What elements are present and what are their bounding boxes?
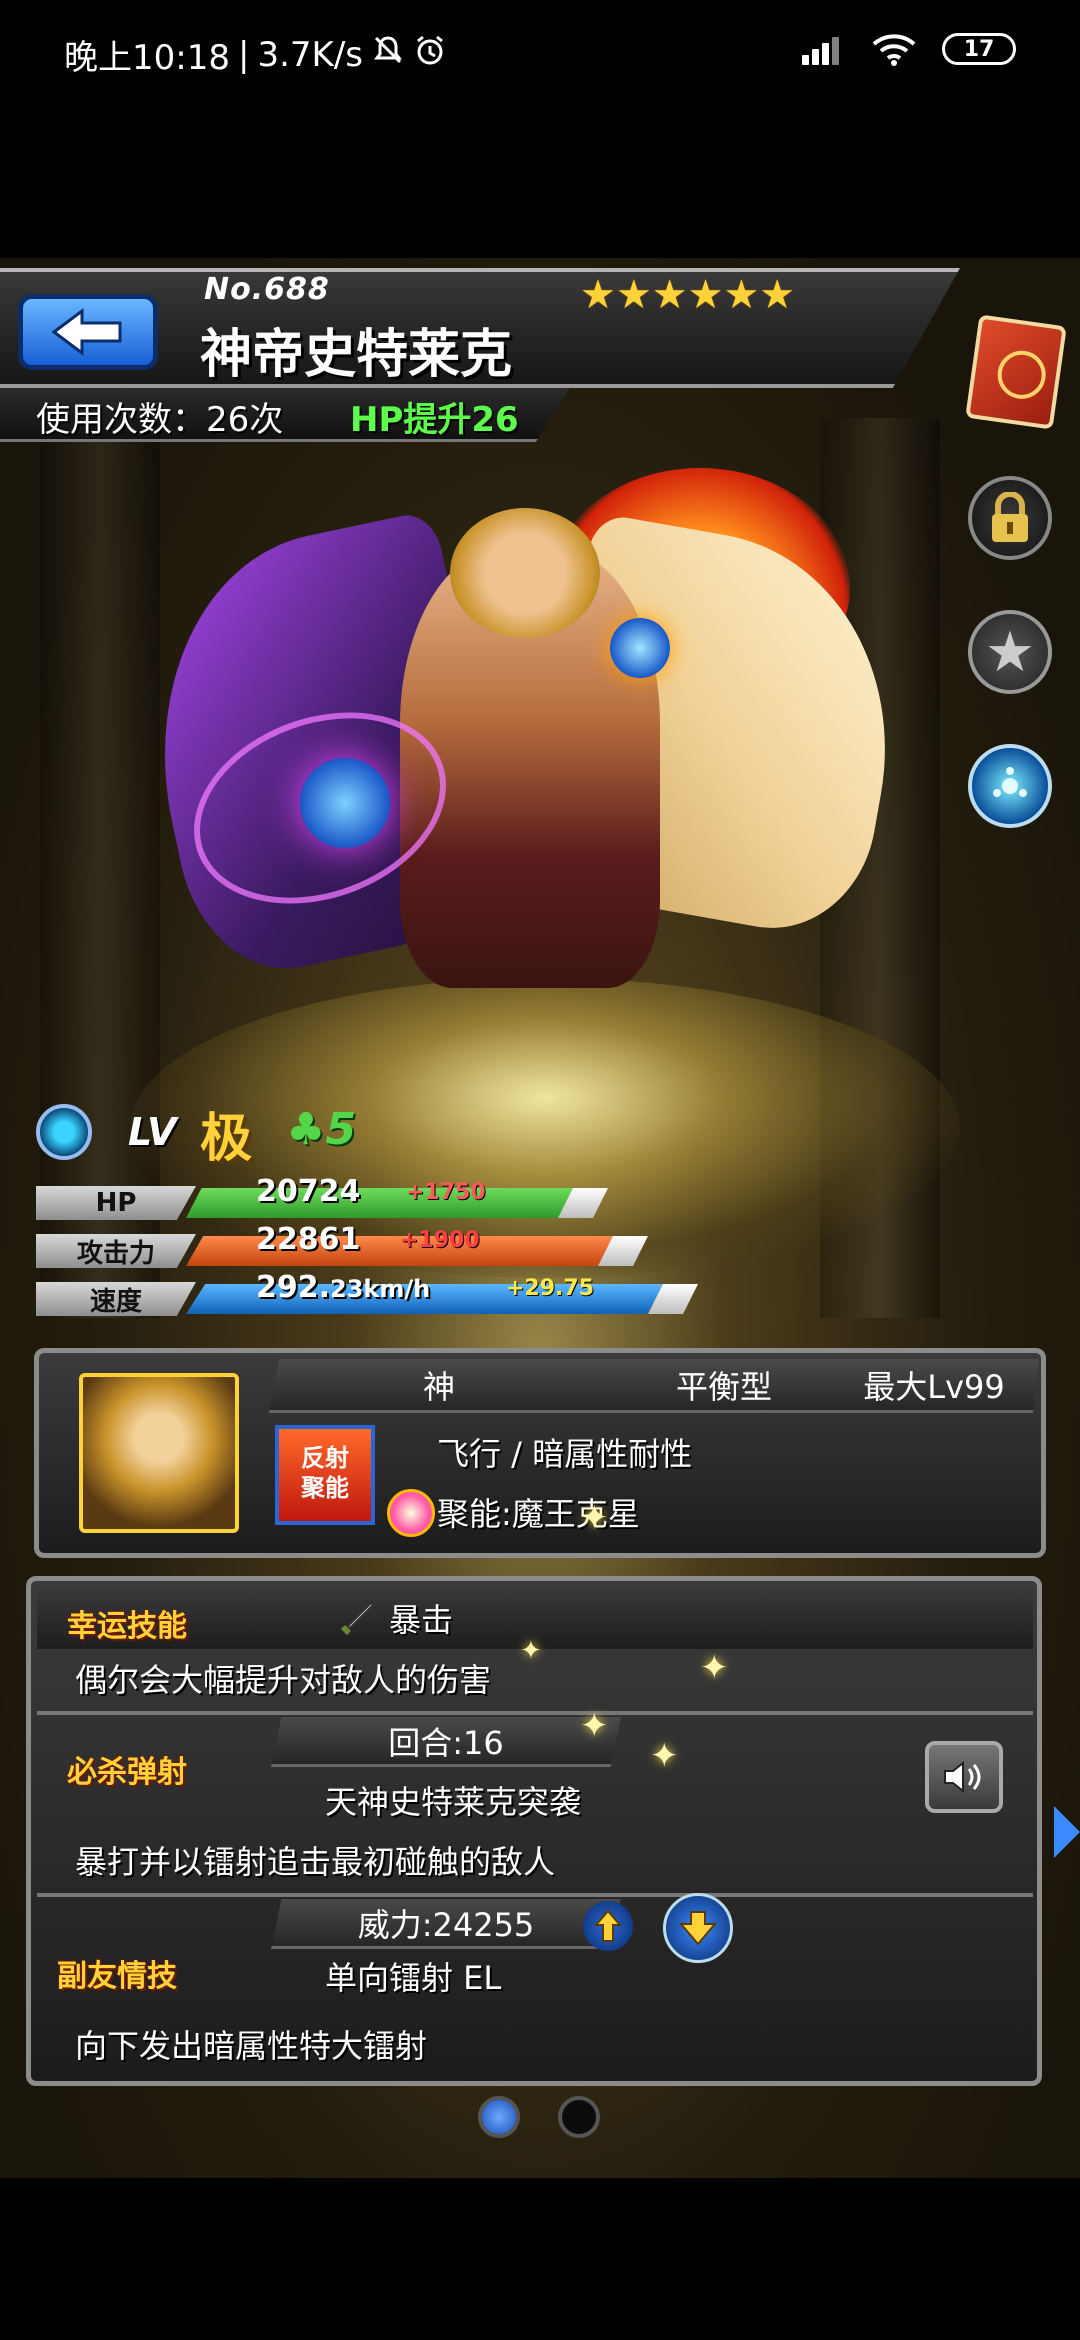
- monster-portrait: [79, 1373, 239, 1533]
- friend-combo-description: 向下发出暗属性特大镭射: [75, 2027, 428, 2065]
- tribe-text: 神: [422, 1367, 455, 1406]
- profile-panel: 神 平衡型 最大Lv99 反射 聚能 飞行 / 暗属性耐性 聚能:魔王克星: [34, 1348, 1046, 1558]
- gauge-ability-icon: [387, 1489, 435, 1537]
- dark-element-icon: [36, 1104, 92, 1160]
- speed-value-main: 292.: [256, 1270, 331, 1305]
- badge-line2: 聚能: [301, 1474, 349, 1502]
- sparkle-effect: ✦: [650, 1736, 679, 1776]
- page-dot-active[interactable]: [478, 2096, 520, 2138]
- soul-orb-button[interactable]: [968, 744, 1052, 828]
- friend-combo-name: 单向镭射 EL: [325, 1959, 502, 1997]
- hp-value: 20724: [256, 1174, 361, 1209]
- luck-skill-name: 暴击: [389, 1601, 454, 1639]
- hp-bonus: +1750: [406, 1180, 486, 1205]
- type-chip: 平衡型: [599, 1359, 849, 1413]
- network-speed: 3.7K/s: [257, 34, 363, 75]
- dark-orb: [300, 758, 390, 848]
- monster-detail-screen: No.688 神帝史特莱克 ★★★★★★ 使用次数：26次 HP提升26 ★ L…: [0, 258, 1080, 2178]
- level-label: LV: [128, 1110, 177, 1154]
- strike-shot-turns: 回合:16: [388, 1723, 504, 1762]
- hp-boost: HP提升26: [350, 400, 519, 440]
- abilities-text: 飞行 / 暗属性耐性: [437, 1435, 693, 1473]
- max-level-text: 最大Lv99: [863, 1367, 1005, 1406]
- stat-label: HP: [36, 1186, 196, 1220]
- luck-skill-description: 偶尔会大幅提升对敌人的伤害: [75, 1661, 492, 1699]
- speed-value-unit: 23km/h: [330, 1275, 431, 1303]
- stat-row-attack: 攻击力 22861 +1900: [36, 1222, 676, 1270]
- strike-shot-turns-chip: 回合:16: [271, 1717, 621, 1767]
- speed-value: 292.23km/h: [256, 1270, 430, 1305]
- luck-skill-tag: 幸运技能: [67, 1609, 187, 1644]
- laser-down-icon: [663, 1893, 733, 1963]
- favorite-star-button[interactable]: ★: [968, 610, 1052, 694]
- divider: [37, 1711, 1033, 1715]
- use-count: 使用次数：26次: [36, 400, 284, 440]
- sparkle-effect: ✦: [580, 1706, 609, 1746]
- star-icon: ★: [984, 619, 1036, 685]
- strike-shot-description: 暴打并以镭射追击最初碰触的敌人: [75, 1843, 556, 1881]
- alarm-clock-icon: [413, 33, 447, 76]
- status-divider: |: [237, 34, 250, 75]
- orb-icon: [993, 767, 1027, 797]
- wifi-icon: [872, 32, 916, 66]
- lock-button[interactable]: [968, 476, 1052, 560]
- badge-line1: 反射: [301, 1444, 349, 1472]
- next-page-arrow[interactable]: [1054, 1806, 1080, 1858]
- hp-bar: [186, 1188, 576, 1218]
- attack-value: 22861: [256, 1222, 361, 1257]
- battery-indicator: 17: [942, 33, 1016, 65]
- status-right: 17: [802, 32, 1016, 66]
- monster-artwork: [119, 468, 921, 1038]
- monster-name: 神帝史特莱克: [200, 325, 513, 385]
- bounce-gauge-badge: 反射 聚能: [275, 1425, 375, 1525]
- friend-combo-power-chip: 威力:24255: [271, 1899, 621, 1949]
- stat-label: 攻击力: [36, 1234, 196, 1268]
- strike-shot-tag: 必杀弹射: [67, 1755, 187, 1790]
- monster-head: [450, 508, 600, 638]
- book-icon[interactable]: [965, 314, 1067, 430]
- sword-icon: [337, 1599, 377, 1639]
- power-up-arrow-icon: [583, 1901, 633, 1951]
- voice-play-button[interactable]: [925, 1741, 1003, 1813]
- strike-shot-name: 天神史特莱克突袭: [325, 1783, 582, 1821]
- divider: [37, 1893, 1033, 1897]
- mute-bell-icon: [371, 33, 405, 76]
- status-time: 晚上10:18: [64, 38, 230, 78]
- level-value: 极: [200, 1109, 253, 1169]
- status-left: 晚上10:18 | 3.7K/s: [64, 30, 447, 79]
- type-text: 平衡型: [675, 1367, 772, 1406]
- back-button[interactable]: [18, 294, 158, 370]
- sparkle-effect: ✦: [580, 1498, 609, 1538]
- back-arrow-icon: [51, 308, 122, 356]
- stat-row-hp: HP 20724 +1750: [36, 1174, 676, 1222]
- attack-bonus: +1900: [400, 1228, 480, 1253]
- rarity-stars: ★★★★★★: [580, 272, 796, 318]
- luck-value: ♣5: [286, 1104, 357, 1155]
- signal-icon: [802, 33, 846, 65]
- speed-bonus: +29.75: [506, 1276, 595, 1301]
- fire-orb: [610, 618, 670, 678]
- max-level-chip: 最大Lv99: [829, 1359, 1039, 1413]
- sparkle-effect: ✦: [700, 1648, 729, 1688]
- friend-combo-tag: 副友情技: [57, 1959, 177, 1994]
- stat-label: 速度: [36, 1282, 196, 1316]
- lock-icon: [992, 492, 1028, 542]
- stat-row-speed: 速度 292.23km/h +29.75: [36, 1270, 698, 1318]
- speaker-icon: [944, 1760, 981, 1794]
- status-bar: 晚上10:18 | 3.7K/s 17: [0, 0, 1080, 105]
- gauge-ability-text: 聚能:魔王克星: [437, 1495, 640, 1533]
- sparkle-effect: ✦: [520, 1636, 542, 1666]
- tribe-chip: 神: [269, 1359, 609, 1413]
- monster-number: No.688: [204, 272, 330, 307]
- page-dot[interactable]: [558, 2096, 600, 2138]
- background-pillar: [40, 418, 160, 1318]
- friend-combo-power: 威力:24255: [357, 1905, 535, 1944]
